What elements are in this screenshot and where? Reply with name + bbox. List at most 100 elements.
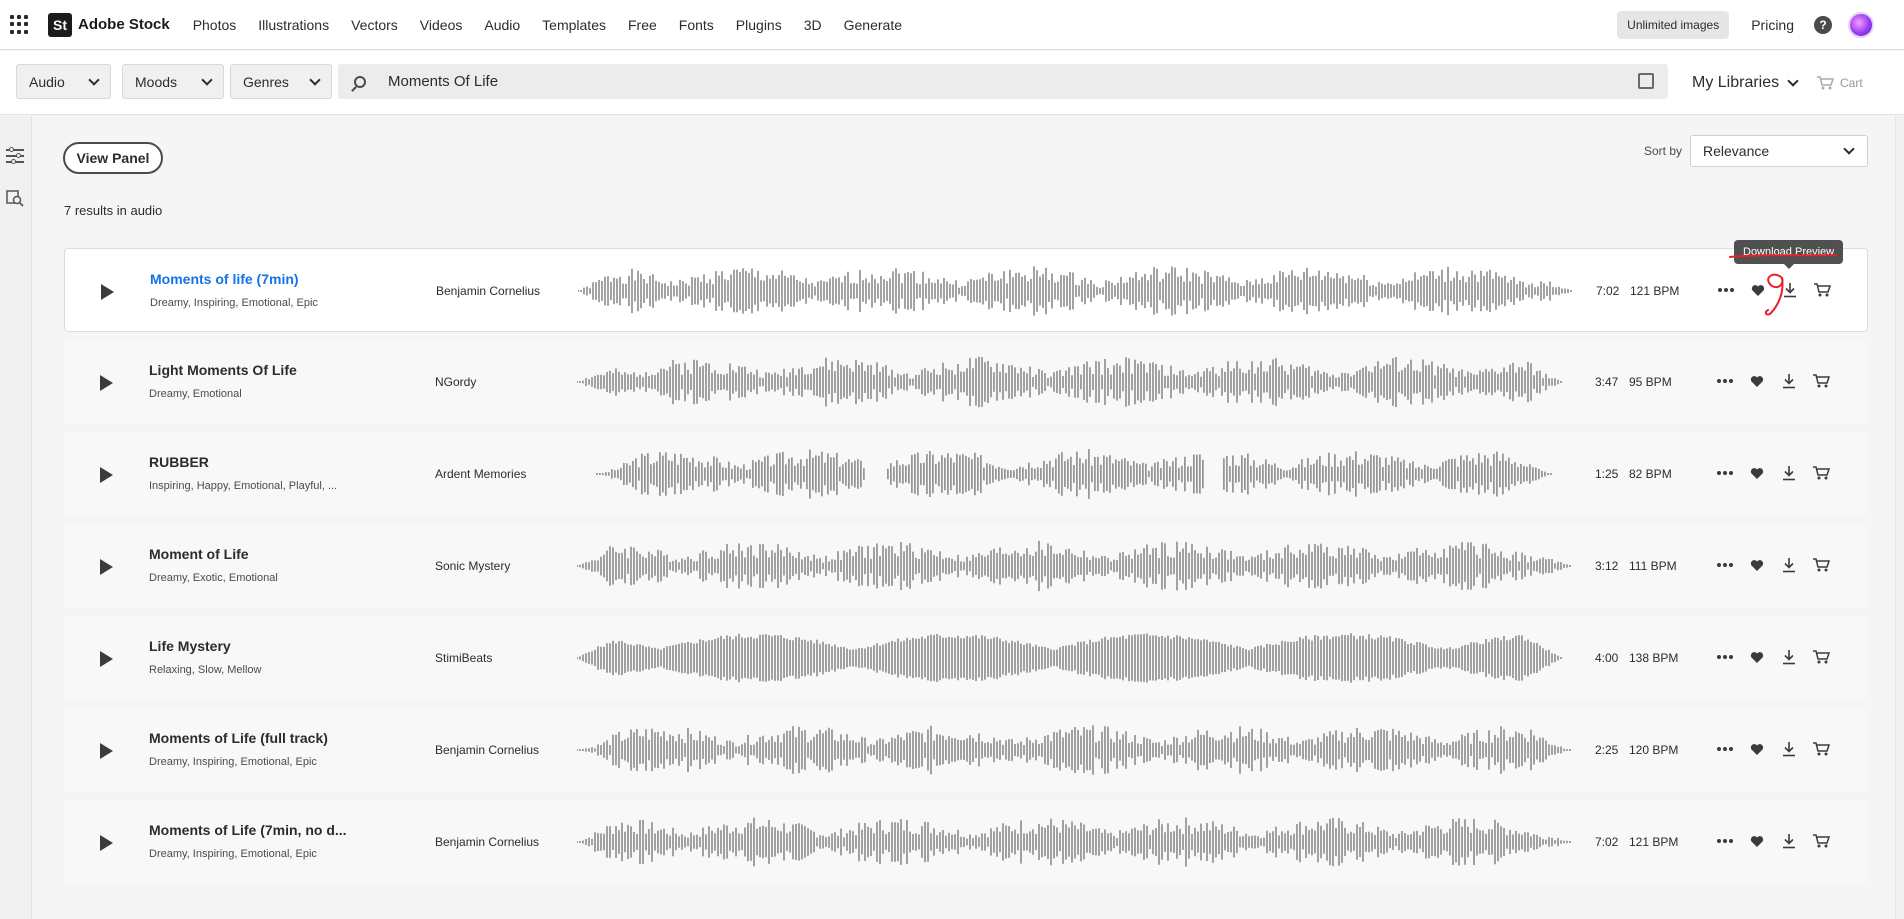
track-row[interactable]: Moments of life (7min) Dreamy, Inspiring… (64, 248, 1868, 332)
track-artist[interactable]: NGordy (435, 375, 476, 389)
visual-search-icon[interactable] (1638, 73, 1654, 89)
track-title[interactable]: Moments of life (7min) (150, 271, 299, 287)
track-row[interactable]: Life Mystery Relaxing, Slow, Mellow Stim… (64, 616, 1868, 700)
menu-item-templates[interactable]: Templates (542, 17, 606, 33)
track-row[interactable]: Moments of Life (full track) Dreamy, Ins… (64, 708, 1868, 792)
like-button[interactable] (1744, 828, 1770, 854)
pricing-link[interactable]: Pricing (1751, 17, 1794, 33)
add-to-cart-button[interactable] (1808, 736, 1834, 762)
main-menu: Photos Illustrations Vectors Videos Audi… (193, 17, 924, 33)
asset-type-dropdown[interactable]: Audio (16, 64, 111, 99)
menu-item-3d[interactable]: 3D (804, 17, 822, 33)
waveform[interactable] (577, 444, 1572, 504)
download-preview-button[interactable] (1776, 460, 1802, 486)
track-title[interactable]: Moments of Life (7min, no d... (149, 822, 347, 838)
more-options-button[interactable] (1712, 828, 1738, 854)
avatar[interactable] (1848, 12, 1874, 38)
waveform[interactable] (578, 261, 1573, 321)
track-artist[interactable]: Sonic Mystery (435, 559, 510, 573)
menu-item-free[interactable]: Free (628, 17, 657, 33)
waveform[interactable] (577, 628, 1572, 688)
waveform[interactable] (577, 536, 1572, 596)
download-preview-button[interactable] (1776, 828, 1802, 854)
download-preview-button[interactable] (1776, 552, 1802, 578)
play-icon[interactable] (100, 375, 113, 391)
track-duration: 4:00 (1595, 651, 1619, 665)
download-preview-button[interactable] (1776, 736, 1802, 762)
left-rail (0, 116, 32, 919)
image-search-icon[interactable] (6, 189, 24, 207)
play-icon[interactable] (100, 743, 113, 759)
menu-item-fonts[interactable]: Fonts (679, 17, 714, 33)
sort-dropdown[interactable]: Relevance (1690, 135, 1868, 167)
like-button[interactable] (1744, 552, 1770, 578)
download-preview-button[interactable] (1776, 368, 1802, 394)
add-to-cart-button[interactable] (1808, 828, 1834, 854)
track-bpm: 95 BPM (1629, 375, 1672, 389)
add-to-cart-button[interactable] (1808, 368, 1834, 394)
search-input[interactable]: Moments Of Life (338, 64, 1668, 99)
scrollbar[interactable] (1895, 116, 1904, 919)
waveform[interactable] (577, 720, 1572, 780)
add-to-cart-button[interactable] (1808, 552, 1834, 578)
track-duration: 2:25 (1595, 743, 1619, 757)
moods-dropdown[interactable]: Moods (122, 64, 224, 99)
more-options-button[interactable] (1712, 552, 1738, 578)
play-icon[interactable] (100, 651, 113, 667)
menu-item-illustrations[interactable]: Illustrations (258, 17, 329, 33)
download-preview-button[interactable] (1776, 644, 1802, 670)
like-button[interactable] (1744, 736, 1770, 762)
unlimited-images-button[interactable]: Unlimited images (1617, 11, 1730, 39)
heart-icon (1750, 651, 1764, 663)
track-title[interactable]: Life Mystery (149, 638, 231, 654)
track-row[interactable]: Moment of Life Dreamy, Exotic, Emotional… (64, 524, 1868, 608)
filter-icon[interactable] (6, 146, 24, 164)
track-title[interactable]: Moments of Life (full track) (149, 730, 328, 746)
track-title[interactable]: Light Moments Of Life (149, 362, 297, 378)
track-row[interactable]: Moments of Life (7min, no d... Dreamy, I… (64, 800, 1868, 884)
play-icon[interactable] (100, 559, 113, 575)
adobe-stock-logo[interactable]: St Adobe Stock (48, 12, 170, 37)
my-libraries-dropdown[interactable]: My Libraries (1692, 74, 1799, 92)
track-artist[interactable]: StimiBeats (435, 651, 492, 665)
menu-item-generate[interactable]: Generate (844, 17, 902, 33)
waveform[interactable] (577, 352, 1572, 412)
add-to-cart-button[interactable] (1808, 644, 1834, 670)
menu-item-plugins[interactable]: Plugins (736, 17, 782, 33)
track-artist[interactable]: Ardent Memories (435, 467, 526, 481)
waveform[interactable] (577, 812, 1572, 872)
track-artist[interactable]: Benjamin Cornelius (435, 743, 539, 757)
help-icon[interactable]: ? (1814, 16, 1832, 34)
menu-item-videos[interactable]: Videos (420, 17, 463, 33)
track-title[interactable]: Moment of Life (149, 546, 249, 562)
track-row[interactable]: RUBBER Inspiring, Happy, Emotional, Play… (64, 432, 1868, 516)
view-panel-button[interactable]: View Panel (63, 142, 163, 174)
download-icon (1783, 834, 1795, 849)
heart-icon (1750, 835, 1764, 847)
play-icon[interactable] (100, 835, 113, 851)
track-title[interactable]: RUBBER (149, 454, 209, 470)
play-icon[interactable] (101, 284, 114, 300)
menu-item-vectors[interactable]: Vectors (351, 17, 398, 33)
track-artist[interactable]: Benjamin Cornelius (435, 835, 539, 849)
more-options-button[interactable] (1712, 644, 1738, 670)
like-button[interactable] (1744, 644, 1770, 670)
cart-button[interactable]: Cart (1816, 75, 1863, 91)
more-options-button[interactable] (1712, 736, 1738, 762)
more-options-button[interactable] (1712, 460, 1738, 486)
track-artist[interactable]: Benjamin Cornelius (436, 284, 540, 298)
like-button[interactable] (1744, 368, 1770, 394)
track-duration: 7:02 (1595, 835, 1619, 849)
download-icon (1783, 374, 1795, 389)
add-to-cart-button[interactable] (1808, 460, 1834, 486)
cart-icon (1813, 466, 1830, 480)
menu-item-photos[interactable]: Photos (193, 17, 237, 33)
apps-grid-icon[interactable] (10, 14, 30, 35)
play-icon[interactable] (100, 467, 113, 483)
like-button[interactable] (1744, 460, 1770, 486)
genres-dropdown[interactable]: Genres (230, 64, 332, 99)
track-row[interactable]: Light Moments Of Life Dreamy, Emotional … (64, 340, 1868, 424)
chevron-down-icon (1787, 75, 1799, 87)
menu-item-audio[interactable]: Audio (484, 17, 520, 33)
more-options-button[interactable] (1712, 368, 1738, 394)
